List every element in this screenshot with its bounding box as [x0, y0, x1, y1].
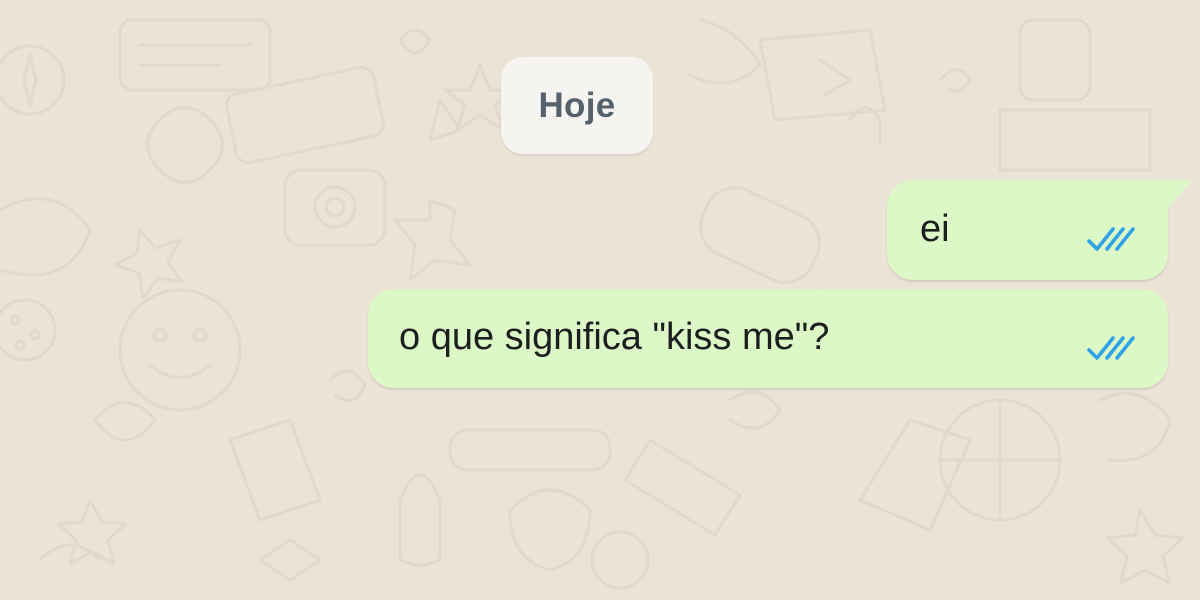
- bubble-tail: [1168, 180, 1192, 208]
- message-text: ei: [920, 208, 950, 250]
- outgoing-message-bubble[interactable]: o que significa "kiss me"?: [368, 289, 1168, 388]
- chat-background: Hoje ei o que significa "kiss me"?: [0, 0, 1200, 600]
- double-check-icon: [1087, 336, 1135, 360]
- date-separator: Hoje: [501, 57, 653, 154]
- message-text: o que significa "kiss me"?: [399, 316, 830, 358]
- date-separator-label: Hoje: [538, 85, 616, 125]
- outgoing-message-bubble[interactable]: ei: [887, 180, 1192, 280]
- double-check-icon: [1087, 227, 1135, 251]
